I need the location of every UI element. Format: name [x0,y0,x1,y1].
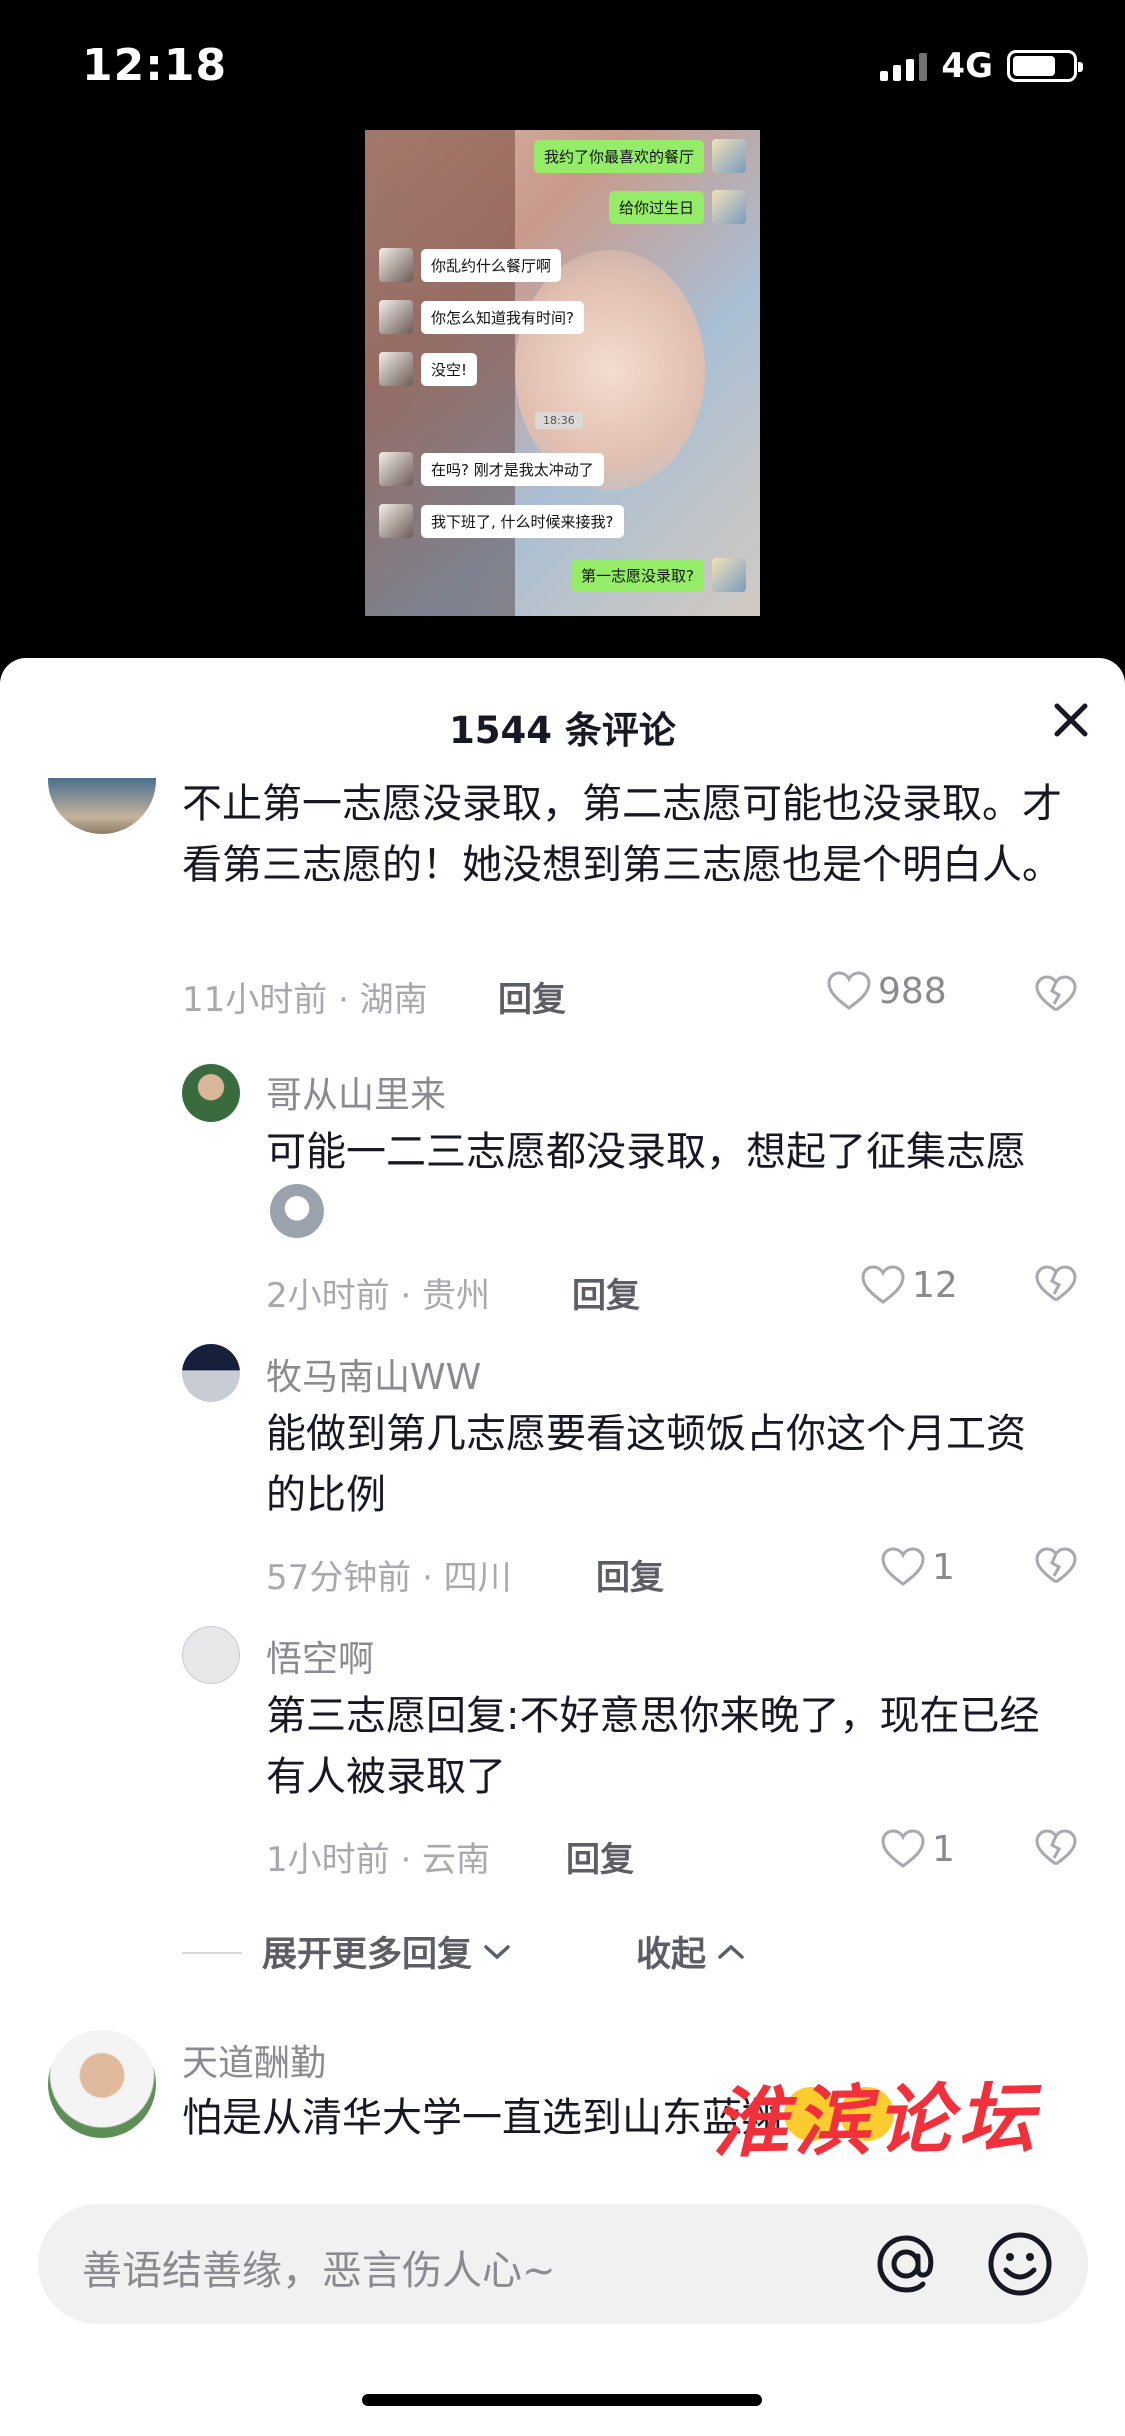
reply-text: 能做到第几志愿要看这顿饭占你这个月工资的比例 [266,1411,1026,1518]
status-time: 12:18 [82,40,228,91]
reply-button[interactable]: 回复 [596,1550,664,1599]
avatar [379,248,413,282]
comment-username[interactable]: 天道酬勤 [182,2034,326,2086]
chat-bubble: 我约了你最喜欢的餐厅 [533,139,704,173]
heart-icon [827,971,871,1010]
expand-more-replies-button[interactable]: 展开更多回复 [262,1926,512,1977]
chat-bubble: 在吗? 刚才是我太冲动了 [421,452,604,486]
chat-bubble: 你怎么知道我有时间? [421,300,584,334]
chat-message: 你怎么知道我有时间? [379,300,592,334]
avatar[interactable] [48,778,156,834]
chat-message: 没空! [379,352,485,386]
heart-icon [881,1547,925,1586]
collapse-replies-button[interactable]: 收起 [636,1926,746,1977]
chat-message: 第一志愿没录取? [563,558,746,592]
chevron-up-icon [718,1944,744,1959]
emoji-icon[interactable] [982,2226,1058,2302]
reply-username[interactable]: 哥从山里来 [266,1066,446,1118]
avatar[interactable] [182,1626,240,1684]
network-type: 4G [941,46,993,86]
chat-bubble: 你乱约什么餐厅啊 [421,248,562,282]
avatar [712,139,746,173]
avatar[interactable] [48,2030,156,2138]
chat-message: 你乱约什么餐厅啊 [379,248,569,282]
close-button[interactable] [1045,694,1097,746]
avatar [712,190,746,224]
reply-button[interactable]: 回复 [566,1832,634,1881]
close-icon [1054,703,1088,737]
avatar [379,504,413,538]
like-button[interactable]: 1 [880,1546,955,1588]
dislike-heart-icon[interactable] [1034,1546,1078,1586]
reply-username[interactable]: 悟空啊 [266,1630,374,1682]
chat-bubble: 没空! [421,352,478,386]
chat-message: 我下班了, 什么时候来接我? [379,504,632,538]
avatar [379,300,413,334]
like-count: 12 [912,1264,958,1306]
battery-icon [1007,50,1083,82]
comment-input-placeholder: 善语结善缘，恶言伤人心~ [82,2248,556,2294]
reply-button[interactable]: 回复 [572,1268,640,1317]
chat-message: 在吗? 刚才是我太冲动了 [379,452,612,486]
reply-meta: 57分钟前 · 四川 [266,1558,512,1598]
chat-timestamp: 18:36 [535,412,583,429]
home-indicator[interactable] [362,2394,762,2406]
chevron-down-icon [484,1944,510,1959]
chat-message: 给你过生日 [601,190,746,224]
heart-icon [861,1265,905,1304]
reply-button[interactable]: 回复 [498,972,566,1021]
status-indicators: 4G [880,46,1083,86]
avatar [379,452,413,486]
video-thumbnail[interactable]: 我约了你最喜欢的餐厅 给你过生日 你乱约什么餐厅啊 你怎么知道我有时间? 没空!… [365,130,760,616]
like-count: 1 [932,1828,955,1870]
comments-count-title: 1544 条评论 [449,709,676,752]
dislike-heart-icon[interactable] [1034,1264,1078,1304]
chat-bubble: 第一志愿没录取? [571,558,704,592]
husky-emoji-icon [270,1184,324,1238]
reply-username[interactable]: 牧马南山WW [266,1348,481,1400]
watermark: 淮滨论坛 [711,2073,1041,2168]
reply-text: 可能一二三志愿都没录取，想起了征集志愿 [266,1122,1066,1244]
comment-text: 不止第一志愿没录取，第二志愿可能也没录取。才看第三志愿的！她没想到第三志愿也是个… [182,781,1062,888]
avatar[interactable] [182,1064,240,1122]
divider [182,1952,242,1954]
signal-icon [880,51,928,81]
chat-bubble: 我下班了, 什么时候来接我? [421,504,624,538]
comments-sheet: 1544 条评论 不止第一志愿没录取，第二志愿可能也没录取。才看第三志愿的！她没… [0,658,1125,2436]
comment-input[interactable]: 善语结善缘，恶言伤人心~ [38,2204,1088,2324]
heart-icon [881,1829,925,1868]
dislike-heart-icon[interactable] [1034,974,1078,1014]
reply-meta: 2小时前 · 贵州 [266,1276,491,1316]
like-button[interactable]: 988 [826,970,947,1012]
like-count: 1 [932,1546,955,1588]
chat-bubble: 给你过生日 [608,190,704,224]
comment-meta: 11小时前 · 湖南 [182,980,428,1020]
chat-message: 我约了你最喜欢的餐厅 [526,139,746,173]
avatar[interactable] [182,1344,240,1402]
reply-text: 第三志愿回复:不好意思你来晚了，现在已经有人被录取了 [266,1693,1040,1800]
dislike-heart-icon[interactable] [1034,1828,1078,1868]
status-bar: 12:18 4G [0,0,1125,130]
reply-meta: 1小时前 · 云南 [266,1840,491,1880]
avatar [712,558,746,592]
like-button[interactable]: 12 [860,1264,958,1306]
avatar [379,352,413,386]
like-button[interactable]: 1 [880,1828,955,1870]
at-icon[interactable] [868,2226,944,2302]
like-count: 988 [878,970,947,1012]
